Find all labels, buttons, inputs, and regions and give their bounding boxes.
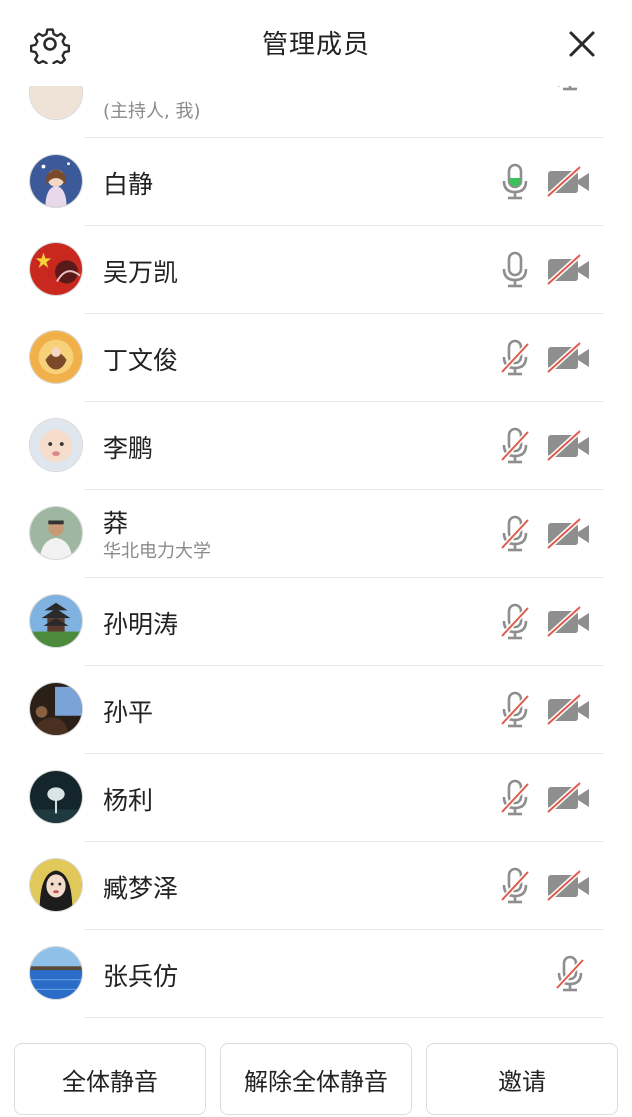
member-row[interactable]: 吴万凯: [0, 226, 632, 314]
mic-muted-icon[interactable]: [499, 514, 531, 554]
camera-off-icon[interactable]: [546, 429, 592, 463]
member-row[interactable]: 李鹏: [0, 402, 632, 490]
camera-off-icon[interactable]: [546, 605, 592, 639]
camera-off-icon[interactable]: [546, 781, 592, 815]
member-row[interactable]: 臧梦泽: [0, 842, 632, 930]
member-row[interactable]: 孙明涛: [0, 578, 632, 666]
member-list[interactable]: (主持人, 我) 白静 吴万凯 丁文俊 李鹏 莽 华北电力大学 孙明涛 孙平 杨…: [0, 86, 632, 1030]
mic-muted-icon[interactable]: [499, 338, 531, 378]
camera-off-icon[interactable]: [546, 165, 592, 199]
camera-off-icon[interactable]: [546, 253, 592, 287]
camera-off-icon[interactable]: [546, 869, 592, 903]
member-row[interactable]: 白静: [0, 138, 632, 226]
member-row[interactable]: 孙平: [0, 666, 632, 754]
member-name: 张兵仿: [103, 962, 179, 991]
camera-off-icon[interactable]: [546, 517, 592, 551]
mic-muted-icon[interactable]: [499, 602, 531, 642]
member-name: 孙平: [103, 698, 154, 727]
member-organization: 华北电力大学: [103, 541, 211, 562]
close-icon[interactable]: [562, 24, 602, 64]
avatar: [29, 858, 83, 912]
avatar: [29, 154, 83, 208]
avatar: [29, 770, 83, 824]
mic-muted-icon[interactable]: [499, 426, 531, 466]
mic-on-icon[interactable]: [499, 250, 531, 290]
unmute-all-button[interactable]: 解除全体静音: [220, 1043, 412, 1115]
member-name: 李鹏: [103, 434, 154, 463]
avatar: [29, 418, 83, 472]
member-row[interactable]: 莽 华北电力大学: [0, 490, 632, 578]
divider: [84, 1017, 604, 1018]
mic-muted-icon[interactable]: [499, 778, 531, 818]
camera-off-icon[interactable]: [546, 341, 592, 375]
avatar: [29, 506, 83, 560]
member-name: 孙明涛: [103, 610, 179, 639]
mic-muted-icon[interactable]: [499, 690, 531, 730]
footer-bar: 全体静音 解除全体静音 邀请: [0, 1030, 632, 1117]
avatar: [29, 594, 83, 648]
member-row[interactable]: 丁文俊: [0, 314, 632, 402]
member-name: 丁文俊: [103, 346, 179, 375]
page-title: 管理成员: [261, 30, 370, 60]
member-row[interactable]: 张兵仿: [0, 930, 632, 1018]
member-name: 杨利: [103, 786, 154, 815]
member-role: (主持人, 我): [103, 101, 201, 122]
mute-all-button[interactable]: 全体静音: [14, 1043, 206, 1115]
mic-muted-icon[interactable]: [499, 866, 531, 906]
avatar: [29, 242, 83, 296]
avatar: [29, 682, 83, 736]
member-name: 白静: [103, 170, 154, 199]
invite-button[interactable]: 邀请: [426, 1043, 618, 1115]
mic-muted-icon[interactable]: [554, 954, 586, 994]
avatar: [29, 946, 83, 1000]
member-name: 臧梦泽: [103, 874, 179, 903]
header-bar: 管理成员: [0, 0, 632, 86]
camera-off-icon[interactable]: [546, 693, 592, 727]
member-name: 吴万凯: [103, 258, 179, 287]
member-row[interactable]: 杨利: [0, 754, 632, 842]
avatar: [29, 330, 83, 384]
avatar: [29, 86, 83, 120]
member-name: 莽: [103, 509, 129, 538]
mic-muted-icon[interactable]: [554, 86, 586, 94]
member-row[interactable]: (主持人, 我): [0, 86, 632, 138]
mic-speaking-icon[interactable]: [499, 162, 531, 202]
